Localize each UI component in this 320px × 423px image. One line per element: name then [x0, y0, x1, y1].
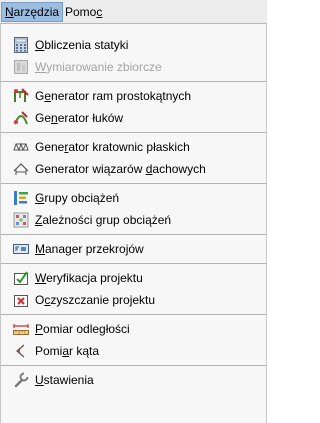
menu-separator [1, 365, 266, 366]
menu-item-generator-kratownic[interactable]: Generator kratownic płaskich [1, 136, 266, 158]
load-dependencies-icon [13, 212, 29, 228]
menu-item-wymiarowanie-zbiorcze: Wymiarowanie zbiorcze [1, 56, 266, 78]
menu-item-label: Generator łuków [35, 111, 124, 125]
clean-icon [13, 292, 29, 308]
menu-item-generator-ram[interactable]: Generator ram prostokątnych [1, 85, 266, 107]
menu-separator [1, 183, 266, 184]
distance-ruler-icon [13, 321, 29, 337]
menu-pomoc[interactable]: Pomoc [61, 2, 106, 22]
bulk-dimensioning-icon [13, 59, 29, 75]
frame-generator-icon [13, 88, 29, 104]
menu-separator [1, 132, 266, 133]
menu-item-ustawienia[interactable]: Ustawienia [1, 369, 266, 391]
load-groups-icon [13, 190, 29, 206]
menu-separator [1, 234, 266, 235]
calculator-icon [13, 37, 29, 53]
menu-item-oczyszczanie-projektu[interactable]: Oczyszczanie projektu [1, 289, 266, 311]
menu-item-label: Weryfikacja projektu [35, 271, 143, 285]
menu-item-label: Generator wiązarów dachowych [35, 162, 206, 176]
menu-item-label: Generator ram prostokątnych [35, 89, 192, 103]
menu-item-pomiar-odleglosci[interactable]: Pomiar odległości [1, 318, 266, 340]
menu-item-label: Generator kratownic płaskich [35, 140, 190, 154]
menu-separator [1, 314, 266, 315]
section-manager-icon [13, 241, 29, 257]
menu-item-label: Manager przekrojów [35, 242, 144, 256]
menu-separator [1, 263, 266, 264]
menu-item-label: Pomiar odległości [35, 322, 130, 336]
tools-dropdown-menu: Obliczenia statyki Wymiarowanie zbiorcze… [0, 24, 267, 423]
menu-item-label: Zależności grup obciążeń [35, 213, 172, 227]
menu-narzedzia[interactable]: Narzędzia [1, 2, 64, 22]
menu-item-label: Obliczenia statyki [35, 38, 129, 52]
menu-item-pomiar-kata[interactable]: Pomiar kąta [1, 340, 266, 362]
roof-truss-icon [13, 161, 29, 177]
settings-icon [13, 372, 29, 388]
menu-item-obliczenia-statyki[interactable]: Obliczenia statyki [1, 34, 266, 56]
menu-bar: Narzędzia Pomoc [0, 0, 267, 24]
menu-item-label: Grupy obciążeń [35, 191, 120, 205]
menu-item-generator-lukow[interactable]: Generator łuków [1, 107, 266, 129]
verify-icon [13, 270, 29, 286]
menu-item-label: Oczyszczanie projektu [35, 293, 156, 307]
arch-generator-icon [13, 110, 29, 126]
menu-item-grupy-obciazen[interactable]: Grupy obciążeń [1, 187, 266, 209]
menu-item-weryfikacja-projektu[interactable]: Weryfikacja projektu [1, 267, 266, 289]
menu-item-generator-wiazarow[interactable]: Generator wiązarów dachowych [1, 158, 266, 180]
menu-item-zaleznosci-grup[interactable]: Zależności grup obciążeń [1, 209, 266, 231]
menu-item-manager-przekrojow[interactable]: Manager przekrojów [1, 238, 266, 260]
menu-item-label: Ustawienia [35, 373, 94, 387]
angle-icon [13, 343, 29, 359]
menu-item-label: Pomiar kąta [35, 344, 100, 358]
menu-item-label: Wymiarowanie zbiorcze [35, 60, 162, 74]
truss-generator-icon [13, 139, 29, 155]
menu-separator [1, 81, 266, 82]
